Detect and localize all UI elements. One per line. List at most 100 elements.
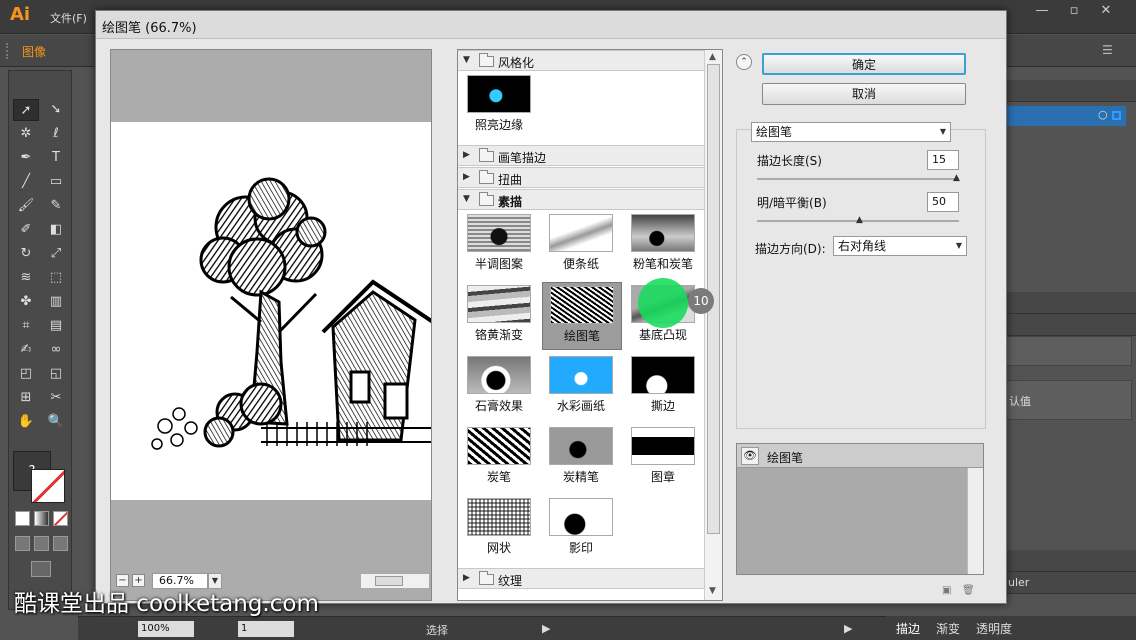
warp-tool[interactable]: ≋ bbox=[13, 267, 39, 289]
minimize-icon[interactable]: — bbox=[1030, 2, 1054, 20]
eyedropper-tool[interactable]: ✍ bbox=[13, 339, 39, 361]
filter-thumb-3-11[interactable]: 图章 bbox=[624, 424, 704, 492]
screen-mode-button[interactable] bbox=[31, 561, 51, 577]
layers-scrollbar[interactable] bbox=[967, 468, 983, 574]
filter-thumb-3-3[interactable]: 铬黄渐变 bbox=[460, 282, 540, 350]
target-icon[interactable]: ○ bbox=[1098, 108, 1108, 121]
selection-tool[interactable]: ➚ bbox=[13, 99, 39, 121]
hscroll-thumb[interactable] bbox=[375, 576, 403, 586]
scroll-right-icon[interactable]: ▶ bbox=[844, 622, 852, 635]
stroke-swatch[interactable] bbox=[31, 469, 65, 503]
delete-effect-layer-icon[interactable]: 🗑 bbox=[962, 585, 975, 597]
filter-thumb-3-6[interactable]: 石膏效果 bbox=[460, 353, 540, 421]
filter-thumb-0-0[interactable]: 照亮边缘 bbox=[460, 72, 540, 140]
layer-selected-row[interactable] bbox=[1006, 106, 1126, 126]
artboard-tool[interactable]: ⊞ bbox=[13, 387, 39, 409]
zoom-level-field[interactable]: 100% bbox=[138, 621, 194, 637]
scale-tool[interactable]: ⤢ bbox=[43, 243, 69, 265]
filter-thumb-3-12[interactable]: 网状 bbox=[460, 495, 540, 563]
filter-thumb-3-0[interactable]: 半调图案 bbox=[460, 211, 540, 279]
gradient-mode-button[interactable] bbox=[34, 511, 49, 526]
filter-thumb-3-1[interactable]: 便条纸 bbox=[542, 211, 622, 279]
gallery-group-0[interactable]: ▼ 风格化 bbox=[458, 50, 705, 71]
tab-gradient[interactable]: 渐变 bbox=[936, 620, 960, 637]
balance-slider-knob[interactable]: ▲ bbox=[856, 216, 864, 225]
blend-tool[interactable]: ∞ bbox=[43, 339, 69, 361]
ok-button[interactable]: 确定 bbox=[762, 53, 966, 75]
stroke-length-slider-knob[interactable]: ▲ bbox=[953, 174, 961, 183]
tab-transparency[interactable]: 透明度 bbox=[976, 620, 1012, 637]
direction-select[interactable]: 右对角线 ▼ bbox=[833, 236, 967, 256]
eraser-tool[interactable]: ◧ bbox=[43, 219, 69, 241]
scroll-up-icon[interactable]: ▲ bbox=[709, 52, 716, 62]
tab-stroke[interactable]: 描边 bbox=[896, 620, 920, 637]
mesh-tool[interactable]: ⌗ bbox=[13, 315, 39, 337]
gallery-group-2[interactable]: ▶ 扭曲 bbox=[458, 167, 705, 188]
preview-hscroll[interactable] bbox=[360, 573, 430, 589]
filter-thumb-3-7[interactable]: 水彩画纸 bbox=[542, 353, 622, 421]
effect-layer-row[interactable]: 👁 绘图笔 bbox=[737, 444, 983, 468]
collapse-icon[interactable]: ⌃ bbox=[736, 54, 752, 70]
preview-area[interactable] bbox=[110, 49, 432, 601]
new-effect-layer-icon[interactable]: ▣ bbox=[942, 585, 954, 597]
type-tool[interactable]: T bbox=[43, 147, 69, 169]
chevron-right-icon[interactable]: ▶ bbox=[463, 172, 470, 182]
rotate-tool[interactable]: ↻ bbox=[13, 243, 39, 265]
filter-select[interactable]: 绘图笔 ▼ bbox=[751, 122, 951, 142]
cancel-button[interactable]: 取消 bbox=[762, 83, 966, 105]
hand-tool[interactable]: ✋ bbox=[13, 411, 39, 433]
filter-thumb-3-2[interactable]: 粉笔和炭笔 bbox=[624, 211, 704, 279]
stroke-length-field[interactable]: 15 bbox=[927, 150, 959, 170]
chevron-down-icon[interactable]: ▼ bbox=[463, 194, 470, 204]
line-tool[interactable]: ╱ bbox=[13, 171, 39, 193]
menu-file[interactable]: 文件(F) bbox=[50, 10, 87, 26]
grip-icon[interactable] bbox=[6, 43, 10, 59]
lasso-tool[interactable]: ℓ bbox=[43, 123, 69, 145]
restore-icon[interactable]: ▫ bbox=[1062, 2, 1086, 20]
gradient-tool[interactable]: ▤ bbox=[43, 315, 69, 337]
chevron-right-icon[interactable]: ▶ bbox=[463, 573, 470, 583]
pen-tool[interactable]: ✒ bbox=[13, 147, 39, 169]
gallery-group-1[interactable]: ▶ 画笔描边 bbox=[458, 145, 705, 166]
rectangle-tool[interactable]: ▭ bbox=[43, 171, 69, 193]
slice-tool[interactable]: ✂ bbox=[43, 387, 69, 409]
live-paint-selection-tool[interactable]: ◱ bbox=[43, 363, 69, 385]
filter-thumb-3-4[interactable]: 绘图笔 bbox=[542, 282, 622, 350]
artboard-number-field[interactable]: 1 bbox=[238, 621, 294, 637]
pencil-tool[interactable]: ✎ bbox=[43, 195, 69, 217]
symbol-sprayer-tool[interactable]: ✤ bbox=[13, 291, 39, 313]
panel-menu-icon[interactable]: ☰ bbox=[1102, 43, 1113, 57]
chevron-down-icon[interactable]: ▼ bbox=[463, 55, 470, 65]
balance-field[interactable]: 50 bbox=[927, 192, 959, 212]
gallery-group-3[interactable]: ▼ 素描 bbox=[458, 189, 705, 210]
filter-thumb-3-13[interactable]: 影印 bbox=[542, 495, 622, 563]
magic-wand-tool[interactable]: ✲ bbox=[13, 123, 39, 145]
live-paint-tool[interactable]: ◰ bbox=[13, 363, 39, 385]
direct-selection-tool[interactable]: ➘ bbox=[43, 99, 69, 121]
stroke-length-slider[interactable] bbox=[757, 178, 959, 180]
blob-brush-tool[interactable]: ✐ bbox=[13, 219, 39, 241]
filter-thumb-3-10[interactable]: 炭精笔 bbox=[542, 424, 622, 492]
draw-behind-button[interactable] bbox=[34, 536, 49, 551]
zoom-tool[interactable]: 🔍 bbox=[43, 411, 69, 433]
free-transform-tool[interactable]: ⬚ bbox=[43, 267, 69, 289]
gallery-group-4[interactable]: ▶ 纹理 bbox=[458, 568, 705, 589]
eye-icon[interactable]: 👁 bbox=[741, 447, 759, 465]
filter-select-value: 绘图笔 bbox=[756, 125, 793, 139]
paintbrush-tool[interactable]: 🖌 bbox=[13, 195, 39, 217]
filter-thumb-3-8[interactable]: 撕边 bbox=[624, 353, 704, 421]
status-arrow-icon[interactable]: ▶ bbox=[542, 622, 550, 635]
draw-normal-button[interactable] bbox=[15, 536, 30, 551]
dialog-titlebar[interactable]: 绘图笔 (66.7%) bbox=[96, 11, 1006, 39]
control-bar-label: 图像 bbox=[22, 45, 47, 59]
chevron-right-icon[interactable]: ▶ bbox=[463, 150, 470, 160]
draw-inside-button[interactable] bbox=[53, 536, 68, 551]
close-icon[interactable]: ✕ bbox=[1094, 2, 1118, 20]
filter-thumb-3-9[interactable]: 炭笔 bbox=[460, 424, 540, 492]
status-tool-label: 选择 bbox=[426, 624, 448, 637]
scroll-down-icon[interactable]: ▼ bbox=[709, 586, 716, 596]
none-mode-button[interactable] bbox=[53, 511, 68, 526]
gallery-vscroll[interactable]: ▲ ▼ bbox=[704, 50, 722, 600]
color-mode-button[interactable] bbox=[15, 511, 30, 526]
column-graph-tool[interactable]: ▥ bbox=[43, 291, 69, 313]
